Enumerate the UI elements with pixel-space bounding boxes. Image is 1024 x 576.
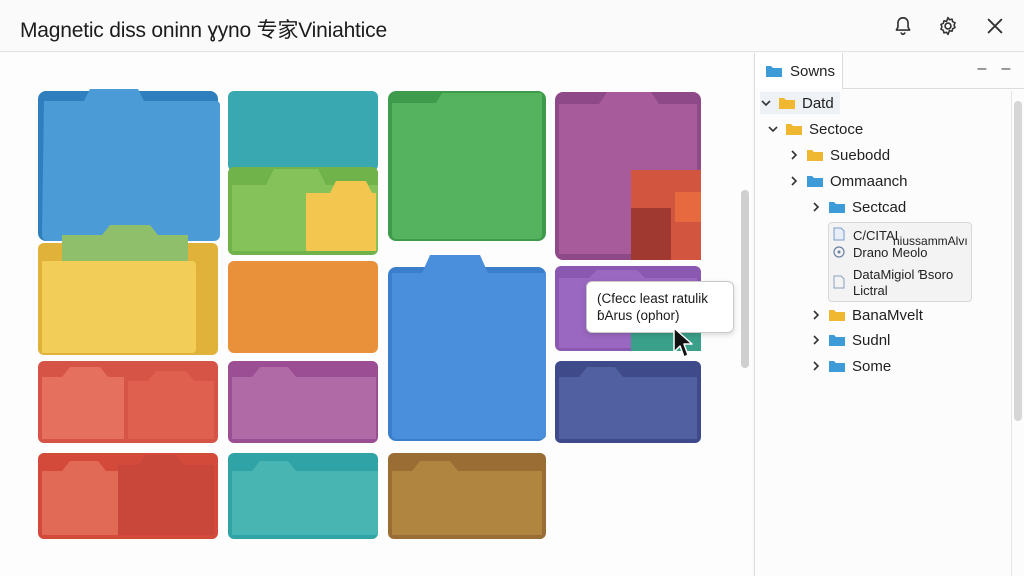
chevron-right-icon [813, 335, 820, 345]
hover-tooltip: (Cfecc least ratulik ɓArus (ophor) [586, 281, 734, 333]
folder-icon [38, 225, 218, 355]
folder-icon [786, 124, 802, 135]
folder-icon [829, 335, 845, 346]
folder-icon [766, 66, 782, 77]
settings-button[interactable] [934, 12, 962, 40]
tree-item-suebodd[interactable]: Suebodd [788, 144, 890, 166]
folder-tile-magenta[interactable] [228, 361, 378, 443]
sidebar-tab[interactable]: Sowns [755, 53, 843, 89]
popup-line-3: DataMigiol Ɓsoro [853, 267, 954, 282]
tree-item-some[interactable]: Some [810, 355, 891, 377]
folder-tile-green[interactable] [388, 91, 546, 241]
folder-icon [38, 89, 220, 241]
gear-icon [940, 16, 956, 36]
tree-item-sudnl[interactable]: Sudnl [810, 329, 890, 351]
folder-tile-purple[interactable] [555, 88, 701, 260]
folder-tile-coral[interactable] [38, 361, 218, 443]
folder-icon [228, 453, 378, 539]
app-window: Magnetic diss oninn ɣyno 专家Viniahtice (C… [0, 0, 1024, 576]
tree-item-label: Sectoce [809, 120, 864, 138]
tree-item-sectcad[interactable]: Sectcad [810, 196, 906, 218]
chevron-down-icon [768, 126, 778, 133]
mouse-cursor-icon [673, 327, 693, 358]
folder-icon [807, 150, 823, 161]
folder-tile-red[interactable] [38, 453, 218, 539]
chevron-down-icon [761, 100, 771, 107]
window-title: Magnetic diss oninn ɣyno 专家Viniahtice [20, 19, 387, 42]
folder-icon [38, 361, 218, 443]
folder-icon [829, 202, 845, 213]
folder-tile-navy[interactable] [555, 361, 701, 443]
sidebar-scrollbar[interactable] [1011, 91, 1023, 576]
folder-icon [779, 98, 795, 109]
bell-icon [895, 16, 911, 36]
folder-icon [555, 361, 701, 443]
tree-item-sectoce[interactable]: Sectoce [767, 118, 863, 140]
tab-strip-divider [843, 88, 1024, 89]
close-icon [987, 18, 1003, 34]
title-bar: Magnetic diss oninn ɣyno 专家Viniahtice [0, 0, 1024, 52]
tooltip-line-1: (Cfecc least ratulik [597, 291, 709, 306]
tree-item-label: Some [852, 357, 892, 375]
tree-item-label: Sectcad [852, 198, 907, 216]
popup-line-2: Drano Meolo [853, 245, 928, 260]
chevron-right-icon [813, 361, 820, 371]
folder-icon [829, 310, 845, 321]
tree-item-label: BanaMvelt [852, 306, 923, 324]
folder-icon [228, 361, 378, 443]
tree-item-datd[interactable]: Datd [760, 92, 840, 114]
chevron-right-icon [791, 176, 798, 186]
collapse-panel-button[interactable]: – [998, 61, 1014, 78]
popup-line-1: C/CITAI [853, 228, 899, 243]
notifications-button[interactable] [889, 12, 917, 40]
tree-item-label: Ommaanch [830, 172, 908, 190]
folder-icon [228, 261, 378, 353]
close-button[interactable] [981, 12, 1009, 40]
folder-icon [388, 255, 546, 441]
canvas-scrollbar[interactable] [741, 190, 749, 368]
folder-icon [388, 91, 546, 241]
tree-item-label: Datd [802, 94, 834, 112]
folder-icon [388, 453, 546, 539]
tree-item-label: Suebodd [830, 146, 891, 164]
chevron-right-icon [791, 150, 798, 160]
folder-icon [38, 453, 218, 539]
tree-context-popup[interactable]: C/CITAI niussammAlvı Drano Meolo DataMig… [828, 222, 972, 302]
folder-icon [829, 361, 845, 372]
tooltip-line-2: ɓArus (ophor) [597, 308, 680, 323]
document-icon [833, 275, 845, 289]
info-icon [833, 246, 845, 258]
folder-icon [807, 176, 823, 187]
folder-tile-blue-large[interactable] [388, 249, 546, 441]
document-icon [833, 227, 845, 241]
folder-tile-orange[interactable] [228, 261, 378, 353]
folder-tile-blue[interactable] [38, 81, 220, 241]
tree-item-label: Sudnl [852, 331, 891, 349]
folder-tile-green-small[interactable] [228, 155, 378, 255]
folder-tile-teal-bottom[interactable] [228, 453, 378, 539]
sidebar-scrollbar-thumb[interactable] [1014, 101, 1022, 421]
folder-icon [228, 167, 378, 255]
chevron-right-icon [813, 202, 820, 212]
folder-tile-brown[interactable] [388, 453, 546, 539]
folder-icon [555, 92, 701, 260]
tree-item-ommaanch[interactable]: Ommaanch [788, 170, 908, 192]
sidebar-tab-label: Sowns [790, 62, 836, 80]
chevron-right-icon [813, 310, 820, 320]
minimize-panel-button[interactable]: – [974, 61, 990, 78]
folder-tile-yellow[interactable] [38, 225, 218, 355]
tree-item-banamvelt[interactable]: BanaMvelt [810, 304, 923, 326]
popup-line-4: Lictral [853, 283, 888, 298]
